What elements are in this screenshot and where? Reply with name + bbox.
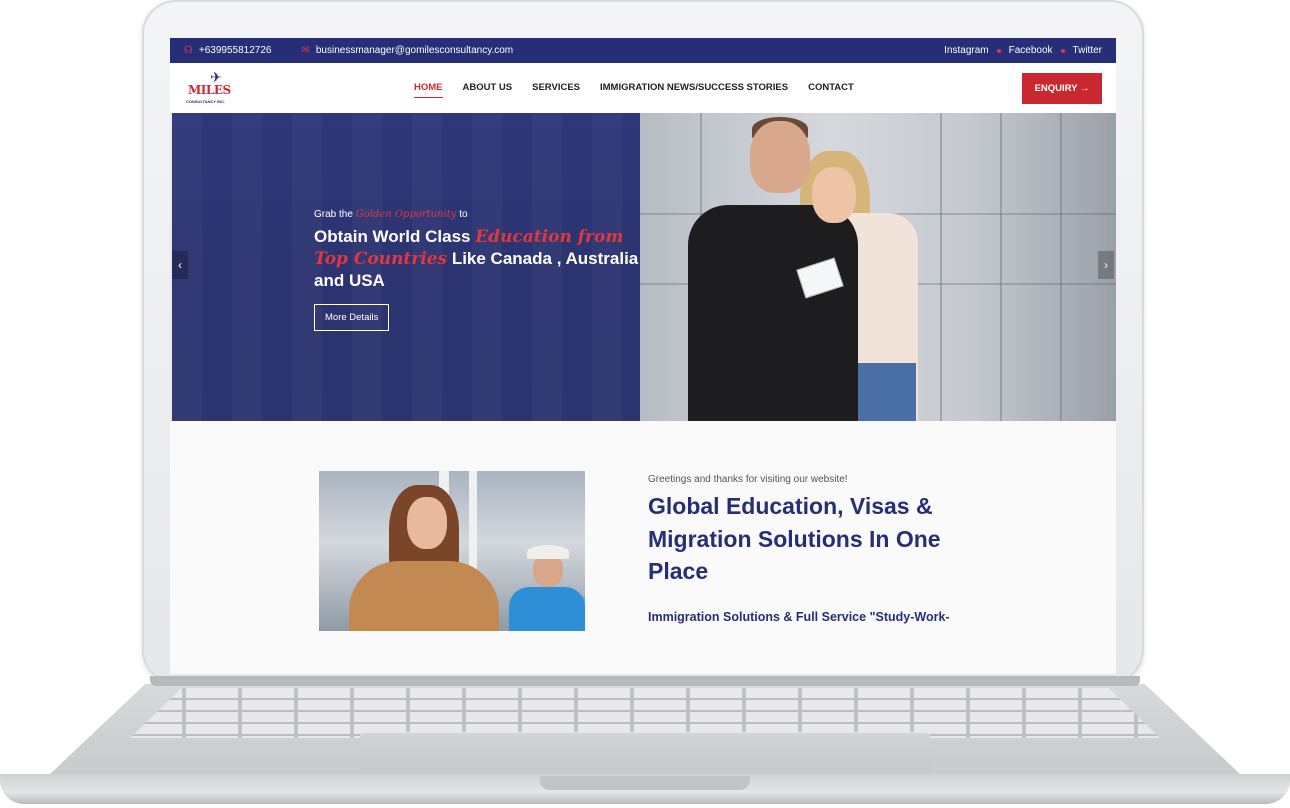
hero-slider: ‹ › Grab the Golden Opportunity to Obtai… xyxy=(170,113,1116,421)
hero-headline: Obtain World Class Education from Top Co… xyxy=(314,227,639,290)
email-contact[interactable]: ✉ businessmanager@gomilesconsultancy.com xyxy=(301,45,513,56)
mail-icon: ✉ xyxy=(301,45,310,56)
twitter-link[interactable]: Twitter xyxy=(1073,45,1102,56)
more-details-button[interactable]: More Details xyxy=(314,304,390,331)
trackpad xyxy=(360,732,930,774)
logo-text: MILES xyxy=(188,83,231,97)
headset-icon: ☊ xyxy=(184,45,193,56)
chevron-right-icon[interactable]: › xyxy=(1098,251,1114,279)
nav-item-home[interactable]: HOME xyxy=(414,82,443,98)
phone-number: +639955812726 xyxy=(198,45,272,56)
hero-tagline: Grab the Golden Opportunity to xyxy=(314,209,468,220)
travelers-photo xyxy=(319,471,585,631)
top-info-bar: ☊ +639955812726 ✉ businessmanager@gomile… xyxy=(170,38,1116,63)
nav-item-contact[interactable]: CONTACT xyxy=(808,82,854,93)
section-title: Global Education, Visas & Migration Solu… xyxy=(648,493,941,584)
hero-content: Grab the Golden Opportunity to Obtain Wo… xyxy=(314,209,644,331)
main-navigation: ✈ MILES CONSULTANCY INC. HOME ABOUT US S… xyxy=(170,63,1116,113)
email-address: businessmanager@gomilesconsultancy.com xyxy=(315,45,514,56)
separator-dot xyxy=(996,48,1001,53)
nav-item-about[interactable]: ABOUT US xyxy=(463,82,513,93)
greeting-text: Greetings and thanks for visiting our we… xyxy=(648,474,848,485)
nav-item-news[interactable]: IMMIGRATION NEWS/SUCCESS STORIES xyxy=(600,82,788,93)
nav-menu: HOME ABOUT US SERVICES IMMIGRATION NEWS/… xyxy=(414,82,854,98)
instagram-link[interactable]: Instagram xyxy=(944,45,988,56)
logo-subtext: CONSULTANCY INC. xyxy=(186,99,226,104)
laptop-base xyxy=(0,676,1290,808)
laptop-mockup: ☊ +639955812726 ✉ businessmanager@gomile… xyxy=(0,0,1290,808)
brand-logo[interactable]: ✈ MILES CONSULTANCY INC. xyxy=(182,69,232,105)
facebook-link[interactable]: Facebook xyxy=(1009,45,1053,56)
phone-contact[interactable]: ☊ +639955812726 xyxy=(184,45,271,56)
nav-item-services[interactable]: SERVICES xyxy=(532,82,580,93)
chevron-left-icon[interactable]: ‹ xyxy=(172,251,188,279)
hero-photo xyxy=(640,113,1116,421)
enquiry-button[interactable]: ENQUIRY → xyxy=(1022,73,1102,104)
section-subtitle: Immigration Solutions & Full Service "St… xyxy=(648,610,950,624)
social-links: Instagram Facebook Twitter xyxy=(944,45,1102,56)
separator-dot xyxy=(1060,48,1065,53)
laptop-screen: ☊ +639955812726 ✉ businessmanager@gomile… xyxy=(170,38,1116,674)
